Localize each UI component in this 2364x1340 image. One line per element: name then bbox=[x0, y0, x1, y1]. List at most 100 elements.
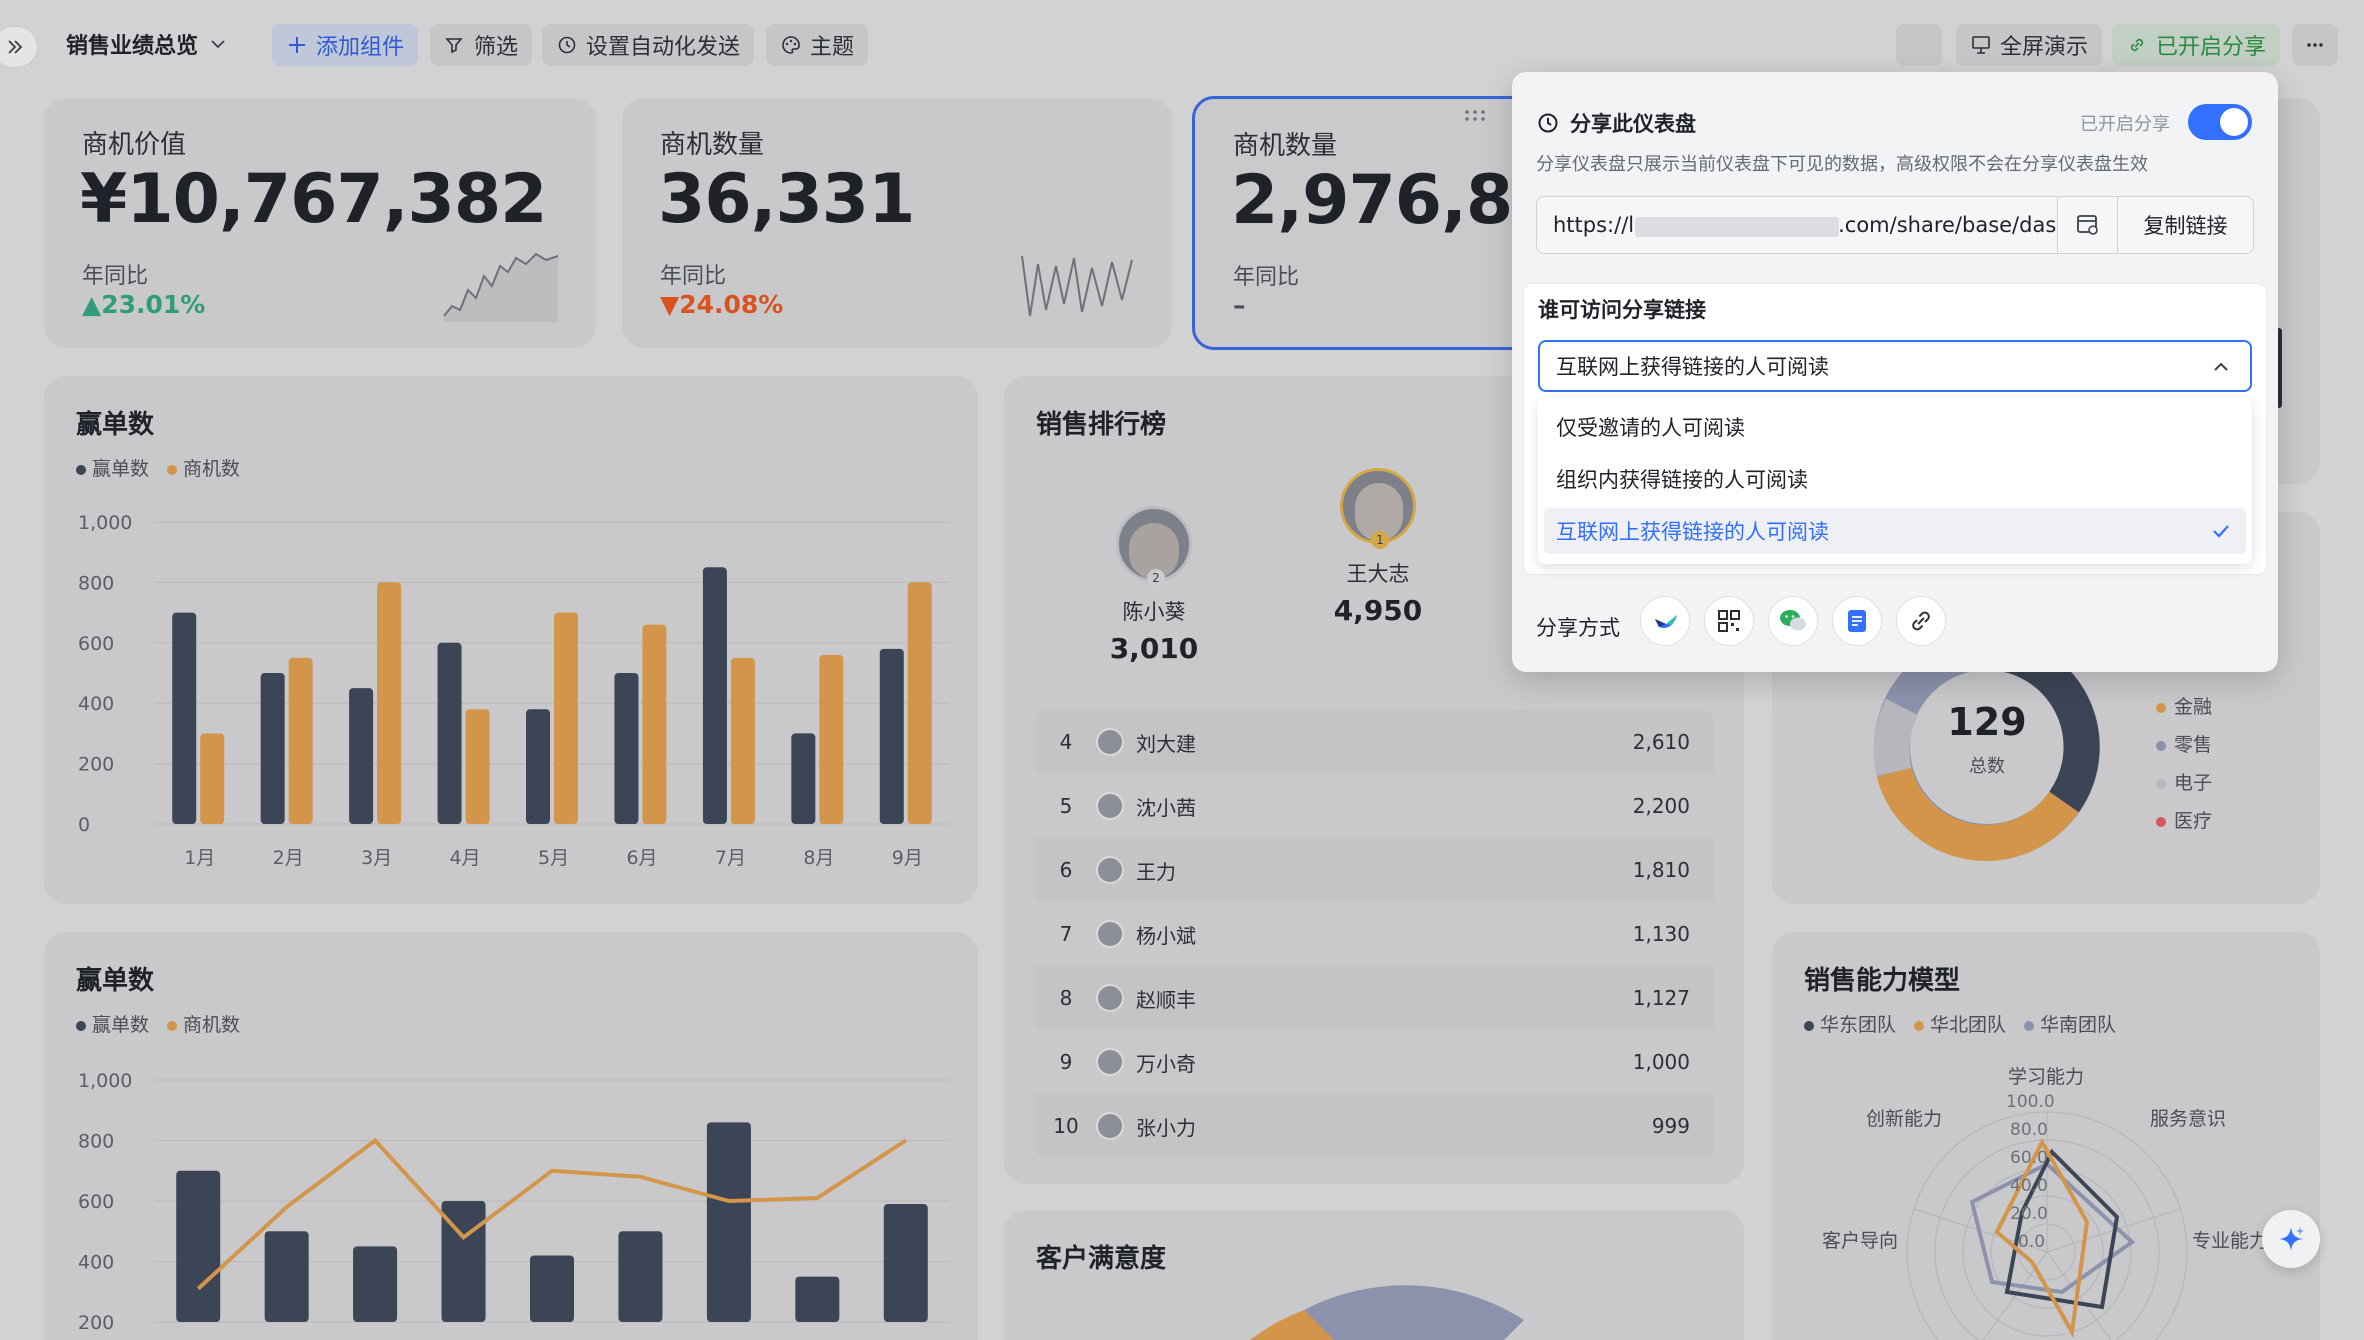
x-tick-label: 9月 bbox=[892, 847, 923, 869]
legend-item: 华东团队 bbox=[1804, 1010, 1896, 1037]
x-tick-label: 5月 bbox=[538, 847, 569, 869]
podium-second[interactable]: 2 陈小葵 3,010 bbox=[1084, 506, 1224, 665]
url-redaction bbox=[1635, 217, 1839, 237]
dashboard-title-text: 销售业绩总览 bbox=[66, 34, 199, 59]
radar-tick: 60.0 bbox=[2010, 1148, 2048, 1168]
access-select[interactable]: 互联网上获得链接的人可阅读 bbox=[1538, 340, 2252, 392]
lark-icon bbox=[1655, 615, 1677, 628]
rank-badge: 2 bbox=[1147, 569, 1165, 587]
more-dots-icon bbox=[2307, 43, 2323, 47]
share-toggle[interactable] bbox=[2188, 104, 2252, 140]
wechat-icon bbox=[1780, 610, 1806, 631]
link-icon bbox=[1912, 611, 1930, 631]
bar-series-2 bbox=[642, 624, 667, 824]
rank-score: 1,000 bbox=[1632, 1050, 1690, 1074]
radar-axis-label: 学习能力 bbox=[2008, 1066, 2085, 1088]
x-tick-label: 6月 bbox=[626, 847, 657, 869]
podium-score: 4,950 bbox=[1333, 594, 1423, 627]
option-label: 仅受邀请的人可阅读 bbox=[1556, 416, 1745, 440]
bar-series-1 bbox=[526, 709, 550, 824]
bar-series-1 bbox=[614, 673, 639, 824]
kpi-change: ▼24.08% bbox=[660, 290, 783, 319]
win-bar-chart-card[interactable]: 赢单数 赢单数 商机数 0 200 400 600 800 1,000 1月 2月 3月 4月 5月… bbox=[44, 376, 978, 904]
bar-series-2 bbox=[819, 654, 844, 824]
access-option-internet[interactable]: 互联网上获得链接的人可阅读 bbox=[1544, 508, 2246, 554]
ranking-row[interactable]: 5 沈小茜 2,200 bbox=[1036, 774, 1714, 838]
y-tick-label: 600 bbox=[78, 1191, 114, 1213]
share-doc-button[interactable] bbox=[1832, 596, 1882, 646]
access-option-organization[interactable]: 组织内获得链接的人可阅读 bbox=[1544, 456, 2246, 502]
legend-item: 华北团队 bbox=[1914, 1010, 2006, 1037]
share-status-button[interactable]: 已开启分享 bbox=[2112, 24, 2281, 66]
theme-label: 主题 bbox=[810, 35, 855, 60]
customer-satisfaction-card[interactable]: 客户满意度 bbox=[1004, 1210, 1744, 1340]
legend-label: 华北团队 bbox=[1930, 1014, 2007, 1036]
y-tick-label: 400 bbox=[78, 1252, 114, 1274]
kpi-card-opportunity-count[interactable]: 商机数量 36,331 年同比 ▼24.08% bbox=[622, 98, 1172, 348]
filter-icon bbox=[445, 38, 463, 54]
y-tick-label: 1,000 bbox=[78, 1070, 132, 1092]
share-url-field[interactable]: https://l .com/share/base/das bbox=[1537, 213, 2057, 237]
x-tick-label: 3月 bbox=[361, 847, 392, 869]
kpi-card-opportunity-value[interactable]: 商机价值 ¥10,767,382 年同比 ▲23.01% bbox=[44, 98, 596, 348]
bar-series-1 bbox=[353, 1246, 398, 1322]
auto-send-label: 设置自动化发送 bbox=[586, 35, 741, 60]
share-wechat-button[interactable] bbox=[1768, 596, 1818, 646]
add-widget-button[interactable]: 添加组件 bbox=[272, 24, 419, 66]
access-options-menu: 仅受邀请的人可阅读 组织内获得链接的人可阅读 互联网上获得链接的人可阅读 bbox=[1538, 398, 2252, 564]
ranking-title: 销售排行榜 bbox=[1036, 410, 1167, 440]
y-tick-label: 200 bbox=[78, 1312, 114, 1334]
y-tick-label: 800 bbox=[78, 572, 114, 594]
win-combo-chart-card[interactable]: 赢单数 赢单数 商机数 200 400 600 800 1,000 bbox=[44, 932, 978, 1340]
bar-series-1 bbox=[879, 648, 904, 824]
legend-item: 电子 bbox=[2156, 764, 2212, 802]
auto-send-button[interactable]: 设置自动化发送 bbox=[542, 24, 755, 66]
ranking-row[interactable]: 7 杨小斌 1,130 bbox=[1036, 902, 1714, 966]
ranking-row[interactable]: 9 万小奇 1,000 bbox=[1036, 1030, 1714, 1094]
bar-series-1 bbox=[618, 1231, 663, 1322]
theme-button[interactable]: 主题 bbox=[766, 24, 869, 66]
rank-badge: 1 bbox=[1371, 531, 1389, 549]
drag-handle-icon[interactable] bbox=[1463, 109, 1487, 123]
ranking-row[interactable]: 10 张小力 999 bbox=[1036, 1094, 1714, 1158]
fullscreen-button[interactable]: 全屏演示 bbox=[1956, 24, 2103, 66]
kpi-sub-label: 年同比 bbox=[82, 264, 149, 289]
filter-button[interactable]: 筛选 bbox=[430, 24, 533, 66]
podium-first[interactable]: 1 王大志 4,950 bbox=[1308, 468, 1448, 627]
url-settings-button[interactable] bbox=[2057, 197, 2117, 253]
copy-link-button[interactable]: 复制链接 bbox=[2117, 197, 2253, 253]
blank-toolbar-button[interactable] bbox=[1896, 24, 1942, 66]
x-tick-label: 7月 bbox=[715, 847, 746, 869]
kpi-label: 商机价值 bbox=[82, 130, 187, 160]
y-tick-label: 1,000 bbox=[78, 512, 132, 534]
bar-series-1 bbox=[706, 1122, 751, 1322]
ranking-row[interactable]: 8 赵顺丰 1,127 bbox=[1036, 966, 1714, 1030]
y-tick-label: 600 bbox=[78, 633, 114, 655]
bar-series-2 bbox=[200, 733, 225, 824]
avatar: 2 bbox=[1116, 506, 1192, 587]
ranking-row[interactable]: 6 王力 1,810 bbox=[1036, 838, 1714, 902]
access-option-invited[interactable]: 仅受邀请的人可阅读 bbox=[1544, 404, 2246, 450]
legend-item: 华南团队 bbox=[2024, 1010, 2116, 1037]
avatar bbox=[1096, 728, 1124, 756]
share-lark-button[interactable] bbox=[1640, 596, 1690, 646]
rank-number: 4 bbox=[1059, 730, 1073, 754]
expand-sidebar-button[interactable] bbox=[0, 26, 38, 68]
radar-tick: 80.0 bbox=[2010, 1120, 2048, 1140]
clock-icon bbox=[558, 36, 576, 54]
kpi-card-selected[interactable]: 商机数量 2,976,84 年同比 – bbox=[1192, 96, 1560, 350]
radar-tick: 40.0 bbox=[2010, 1176, 2048, 1196]
bar-series-1 bbox=[172, 612, 197, 824]
share-copy-link-button[interactable] bbox=[1896, 596, 1946, 646]
document-icon bbox=[1848, 610, 1866, 632]
bar-series-1 bbox=[702, 567, 727, 824]
share-qrcode-button[interactable] bbox=[1704, 596, 1754, 646]
more-button[interactable] bbox=[2292, 24, 2338, 66]
ranking-row[interactable]: 4 刘大建 2,610 bbox=[1036, 710, 1714, 774]
ai-assistant-button[interactable] bbox=[2262, 1210, 2320, 1268]
ranking-table: 4 刘大建 2,610 5 沈小茜 2,200 6 王力 1,810 7 杨小斌 1,130 8 赵顺丰 1… bbox=[1036, 710, 1714, 1158]
legend-label: 医疗 bbox=[2174, 810, 2213, 832]
dashboard-title[interactable]: 销售业绩总览 bbox=[66, 28, 228, 60]
radar-ticks: 100.0 80.0 60.0 40.0 20.0 0.0 bbox=[2006, 1088, 2055, 1256]
sales-capability-radar-card[interactable]: 销售能力模型 华东团队 华北团队 华南团队 学习能力 服务意识 专业能力 客户导… bbox=[1772, 932, 2320, 1340]
